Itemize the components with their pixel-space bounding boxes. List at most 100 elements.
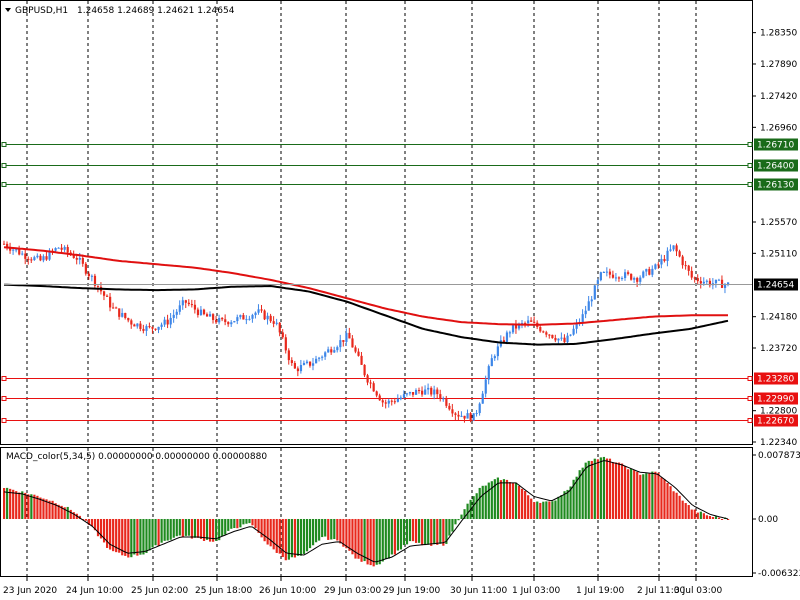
candle-body: [287, 350, 290, 361]
candle-body: [636, 278, 639, 282]
macd-bar: [284, 518, 287, 561]
macd-bar: [299, 518, 303, 556]
candle-body: [530, 320, 533, 322]
macd-bar: [442, 518, 445, 546]
candle-body: [433, 389, 436, 395]
candle-body: [290, 360, 293, 364]
macd-bar: [30, 494, 33, 519]
candle-body: [363, 364, 366, 376]
candle-body: [560, 337, 563, 339]
time-tick-label: 25 Jun 02:00: [131, 586, 188, 596]
candle-body: [251, 315, 254, 319]
candle-body: [666, 250, 669, 262]
level-handle[interactable]: [747, 418, 753, 423]
macd-bar: [248, 518, 251, 524]
macd-bar: [584, 462, 587, 519]
macd-bar: [321, 518, 324, 538]
macd-bar: [654, 471, 657, 519]
level-handle[interactable]: [747, 396, 753, 401]
macd-bar: [454, 518, 457, 525]
level-handle[interactable]: [747, 163, 753, 168]
level-handle[interactable]: [1, 376, 7, 381]
macd-bar: [402, 518, 406, 546]
macd-bar: [275, 518, 278, 553]
macd-bar: [375, 518, 378, 565]
candle-body: [505, 332, 509, 343]
macd-bar: [672, 491, 675, 519]
macd-bar: [566, 489, 569, 519]
price-tick-label: 1.22340: [760, 438, 797, 448]
candle-body: [490, 358, 493, 367]
level-handle[interactable]: [1, 142, 7, 147]
candle-body: [572, 328, 575, 335]
level-handle[interactable]: [1, 396, 7, 401]
macd-bar: [21, 491, 24, 519]
candle-body: [54, 248, 57, 251]
macd-bar: [448, 518, 451, 536]
candle-body: [696, 278, 699, 282]
level-label: 1.26130: [757, 181, 794, 191]
candle-body: [139, 323, 142, 329]
candle-body: [360, 355, 363, 365]
macd-bar: [366, 518, 369, 565]
candle-body: [45, 256, 48, 260]
candle-body: [663, 258, 666, 262]
macd-bar: [357, 518, 360, 559]
macd-bar: [139, 518, 142, 555]
level-handle[interactable]: [747, 142, 753, 147]
macd-bar: [696, 512, 699, 519]
level-handle[interactable]: [747, 182, 753, 187]
level-handle[interactable]: [747, 376, 753, 381]
candle-body: [24, 253, 27, 259]
candle-body: [284, 337, 287, 351]
candle-body: [245, 319, 248, 321]
macd-axis: 0.0078738 0.00 -0.006323: [752, 451, 800, 579]
macd-bar: [536, 501, 539, 519]
time-tick-label: 1 Jul 03:00: [512, 586, 561, 596]
price-tick-label: 1.22800: [760, 407, 797, 417]
candle-body: [660, 258, 663, 265]
level-label: 1.26710: [757, 141, 794, 151]
macd-bar: [311, 518, 315, 546]
candle-body: [311, 363, 315, 366]
candle-body: [260, 309, 263, 311]
macd-bar: [639, 474, 642, 519]
candle-body: [278, 322, 281, 333]
macd-bar: [205, 518, 209, 540]
candle-body: [675, 245, 678, 252]
macd-bar: [630, 468, 633, 519]
time-tick-label: 3 Jul 03:00: [674, 586, 723, 596]
macd-bar: [687, 505, 690, 519]
macd-bar: [215, 518, 218, 541]
macd-bar: [157, 518, 160, 546]
candle-body: [27, 258, 30, 260]
candle-body: [602, 271, 605, 273]
candle-body: [672, 245, 675, 250]
candle-body: [430, 387, 433, 395]
macd-bar: [12, 489, 15, 519]
trading-chart[interactable]: 1.26710 1.26400 1.26130 1.23280 1.22990 1.226…: [0, 0, 800, 600]
macd-bar: [530, 498, 533, 519]
macd-bar: [681, 500, 684, 519]
candle-body: [154, 328, 157, 330]
macd-bar: [166, 518, 169, 541]
macd-bar: [599, 457, 602, 519]
candle-body: [330, 349, 333, 353]
macd-bar: [178, 518, 181, 536]
candle-body: [478, 403, 481, 414]
macd-bar: [560, 495, 563, 519]
candle-body: [130, 320, 133, 325]
candle-body: [233, 321, 236, 323]
macd-bar: [678, 495, 681, 519]
candle-body: [66, 247, 69, 253]
level-handle[interactable]: [1, 418, 7, 423]
candle-body: [702, 281, 705, 284]
candle-body: [633, 278, 636, 280]
level-handle[interactable]: [1, 163, 7, 168]
level-handle[interactable]: [1, 182, 7, 187]
macd-bar: [384, 518, 387, 559]
candle-body: [669, 249, 672, 251]
macd-bar: [160, 518, 163, 543]
candle-body: [187, 302, 190, 305]
candle-body: [366, 375, 369, 383]
